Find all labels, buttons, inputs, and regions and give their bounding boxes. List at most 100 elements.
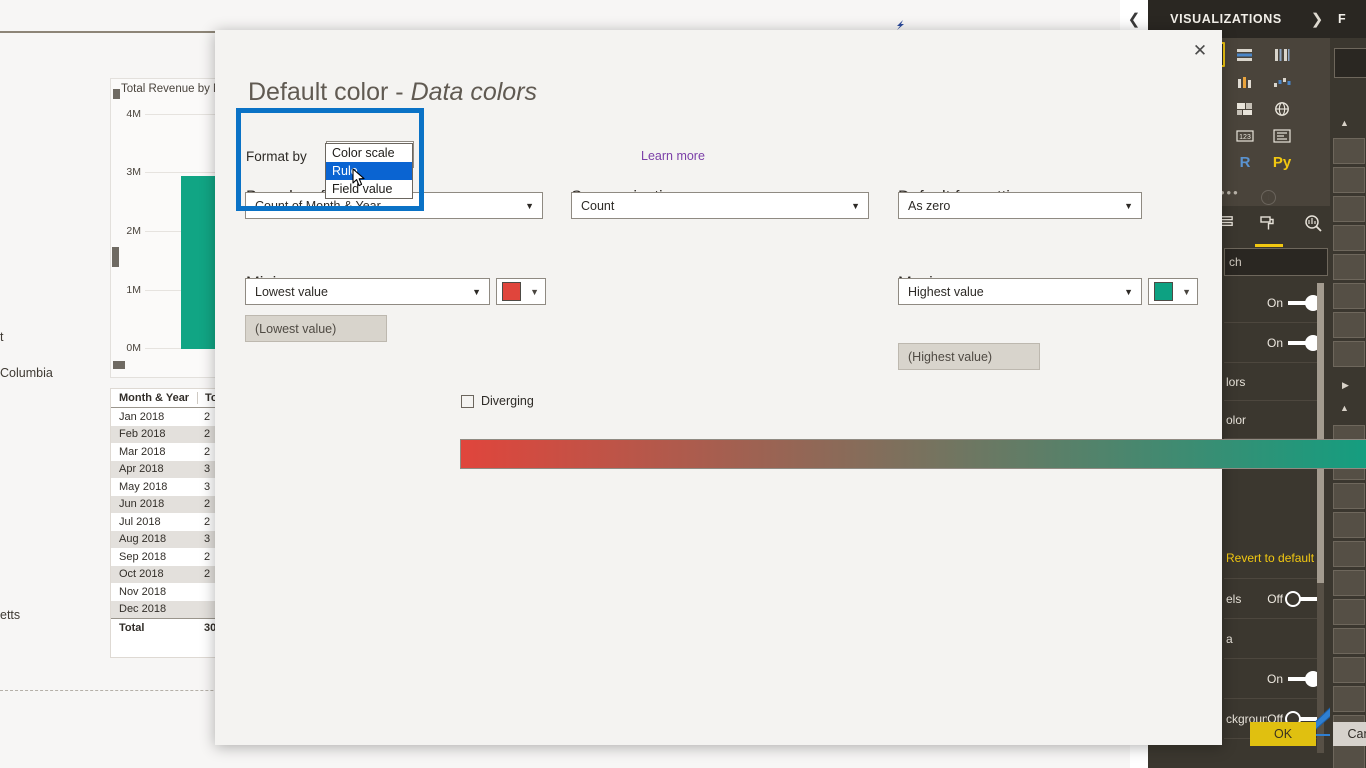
treemap-icon[interactable] — [1228, 96, 1262, 121]
chart-ytick-2: 2M — [126, 225, 141, 237]
stacked-bar-100-icon[interactable] — [1228, 42, 1262, 67]
diverging-checkbox[interactable]: Diverging — [461, 394, 534, 408]
summarization-select[interactable]: Count ▼ — [571, 192, 869, 219]
learn-more-link[interactable]: Learn more — [641, 149, 705, 163]
data-colors-dialog: ✕ Default color - Data colors Format by … — [215, 30, 1366, 746]
toggle-track — [1288, 670, 1321, 687]
fields-group-caret-right-icon[interactable]: ▶ — [1342, 380, 1349, 391]
chevron-right-icon[interactable]: ❯ — [1304, 10, 1330, 28]
scrollbar-thumb[interactable] — [1317, 283, 1324, 583]
chevron-left-icon: ❮ — [1127, 11, 1141, 28]
dialog-title-main: Default color — [248, 78, 389, 106]
chart-handle-top — [113, 89, 120, 99]
format-row[interactable]: lors — [1224, 363, 1322, 401]
minimum-color-picker[interactable]: ▼ — [496, 278, 546, 305]
cell-month: Jan 2018 — [119, 410, 165, 423]
svg-text:123: 123 — [1239, 134, 1251, 141]
cell-month: Feb 2018 — [119, 428, 166, 441]
default-formatting-select[interactable]: As zero ▼ — [898, 192, 1142, 219]
cancel-button[interactable]: Cancel — [1333, 722, 1366, 746]
diverging-label: Diverging — [481, 394, 534, 408]
more-options-icon[interactable]: ••• — [1220, 185, 1240, 200]
revert-to-default-link[interactable]: Revert to default — [1226, 551, 1314, 565]
field-item[interactable] — [1333, 512, 1365, 538]
format-by-dropdown-list[interactable]: Color scale Rule Field value — [325, 143, 413, 199]
minimum-value-readonly: (Lowest value) — [245, 315, 387, 342]
chevron-down-icon: ▼ — [1182, 286, 1191, 297]
field-item[interactable] — [1333, 341, 1365, 367]
format-search-value: ch — [1229, 255, 1242, 269]
toggle-state-label: Off — [1267, 591, 1283, 606]
format-row[interactable]: On — [1224, 323, 1322, 363]
format-search-input[interactable]: ch — [1224, 248, 1328, 276]
maximum-select[interactable]: Highest value ▼ — [898, 278, 1142, 305]
dropdown-option-color-scale[interactable]: Color scale — [326, 144, 412, 162]
field-item[interactable] — [1333, 254, 1365, 280]
field-item[interactable] — [1333, 744, 1365, 768]
chart-title: Total Revenue by M — [121, 83, 223, 95]
multi-row-card-icon[interactable] — [1265, 123, 1299, 148]
format-row-toggle[interactable]: On — [1267, 670, 1321, 687]
dropdown-option-field-value[interactable]: Field value — [326, 180, 412, 198]
ribbon-chart-icon[interactable] — [1228, 69, 1262, 94]
format-row-revert[interactable]: Revert to default — [1224, 537, 1322, 579]
cell-month: May 2018 — [119, 480, 168, 493]
field-item[interactable] — [1333, 167, 1365, 193]
format-row-label: els — [1226, 591, 1242, 606]
ok-button[interactable]: OK — [1250, 722, 1316, 746]
format-panel-scrollbar[interactable] — [1317, 283, 1324, 753]
field-item[interactable] — [1333, 541, 1365, 567]
tab-format[interactable] — [1255, 213, 1283, 247]
field-item[interactable] — [1333, 570, 1365, 596]
field-item[interactable] — [1333, 657, 1365, 683]
fields-group-caret-up-icon[interactable]: ▲ — [1340, 403, 1349, 413]
info-icon[interactable]: i — [1261, 190, 1276, 205]
toggle-state-label: On — [1266, 295, 1283, 310]
fields-group-caret-icon[interactable]: ▲ — [1340, 118, 1349, 128]
toggle-track — [1288, 334, 1321, 351]
chart-ytick-1: 1M — [126, 284, 141, 296]
tab-analytics[interactable] — [1303, 213, 1323, 238]
chevron-down-icon: ▼ — [1124, 200, 1133, 211]
format-row[interactable]: On — [1224, 659, 1322, 699]
format-row[interactable]: On — [1224, 283, 1322, 323]
r-script-visual-icon[interactable]: R — [1228, 150, 1262, 175]
format-options-list[interactable]: On On lors olor Revert to default els Of… — [1224, 283, 1322, 768]
field-item[interactable] — [1333, 283, 1365, 309]
format-row-label: lors — [1226, 374, 1246, 389]
format-row-toggle[interactable]: Off — [1267, 590, 1318, 607]
kpi-card-icon[interactable]: 123 — [1228, 123, 1262, 148]
waterfall-chart-icon[interactable] — [1265, 69, 1299, 94]
dropdown-option-rule[interactable]: Rule — [326, 162, 412, 180]
maximum-value: Highest value — [908, 284, 984, 299]
fields-search-input[interactable] — [1334, 48, 1366, 78]
field-item[interactable] — [1333, 628, 1365, 654]
python-visual-icon[interactable]: Py — [1265, 150, 1299, 175]
visualizations-panel-title: VISUALIZATIONS — [1170, 12, 1282, 26]
format-row-toggle[interactable]: On — [1267, 334, 1321, 351]
field-item[interactable] — [1333, 599, 1365, 625]
format-row-label: olor — [1226, 412, 1247, 427]
minimum-select[interactable]: Lowest value ▼ — [245, 278, 490, 305]
maximum-color-picker[interactable]: ▼ — [1148, 278, 1198, 305]
format-row[interactable]: olor — [1224, 401, 1322, 439]
toggle-track — [1288, 294, 1321, 311]
format-row-toggle[interactable]: On — [1266, 294, 1321, 311]
field-item[interactable] — [1333, 196, 1365, 222]
map-icon[interactable] — [1265, 96, 1299, 121]
cell-month: Oct 2018 — [119, 568, 164, 581]
field-item[interactable] — [1333, 312, 1365, 338]
clustered-bar-chart-icon[interactable] — [1265, 42, 1299, 67]
field-item[interactable] — [1333, 138, 1365, 164]
close-icon[interactable]: ✕ — [1187, 38, 1213, 64]
based-on-field-value: Count of Month & Year — [255, 198, 381, 213]
field-item[interactable] — [1333, 483, 1365, 509]
format-row[interactable]: els Off — [1224, 579, 1322, 619]
format-row-label: a — [1226, 631, 1233, 646]
field-item[interactable] — [1333, 225, 1365, 251]
cell-month: Mar 2018 — [119, 445, 166, 458]
fields-panel-title: F — [1330, 0, 1366, 38]
format-row[interactable]: a — [1224, 619, 1322, 659]
cell-month: Aug 2018 — [119, 533, 167, 546]
field-item[interactable] — [1333, 686, 1365, 712]
